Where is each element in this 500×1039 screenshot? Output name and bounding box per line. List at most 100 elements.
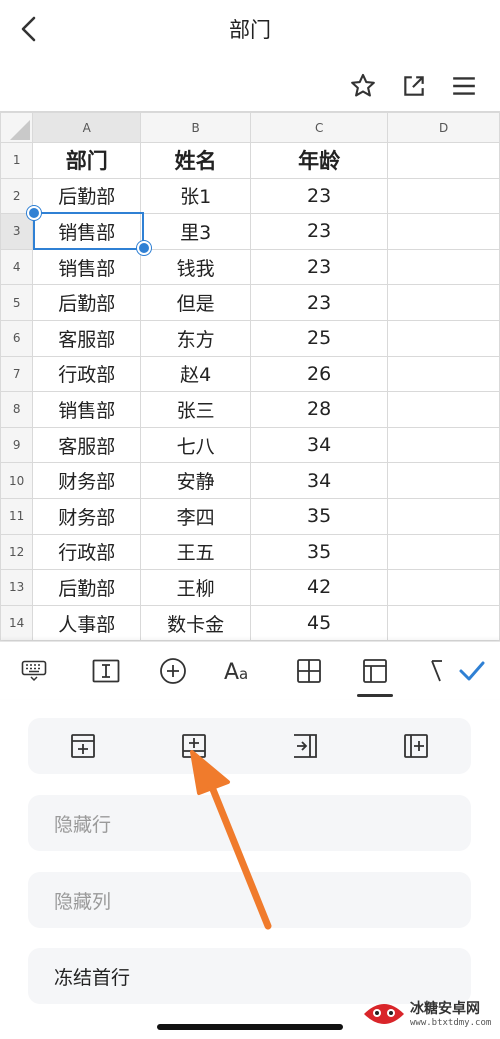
insert-row-above-icon[interactable] [65, 728, 101, 764]
cell[interactable] [387, 142, 500, 179]
cell[interactable] [387, 533, 500, 571]
row-header[interactable]: 12 [0, 533, 34, 571]
cell[interactable]: 23 [250, 248, 389, 286]
selection-handle-top-left[interactable] [27, 206, 41, 220]
cell[interactable]: 王柳 [140, 569, 252, 606]
home-indicator[interactable] [157, 1024, 343, 1030]
insert-row-below-icon[interactable] [176, 728, 212, 764]
keyboard-icon[interactable] [14, 651, 54, 691]
cell[interactable] [387, 604, 500, 641]
cell[interactable]: 安静 [140, 462, 252, 499]
row-header[interactable]: 9 [0, 426, 34, 464]
table-row: 8 销售部 张三 28 [0, 391, 500, 428]
border-grid-icon[interactable] [289, 651, 329, 691]
cell[interactable]: 行政部 [32, 533, 142, 571]
insert-plus-icon[interactable] [153, 651, 193, 691]
cell[interactable]: 数卡金 [140, 604, 252, 641]
row-header[interactable]: 11 [0, 497, 34, 535]
cell[interactable]: 28 [250, 391, 389, 428]
hide-rows-option[interactable]: 隐藏行 [28, 795, 471, 851]
cell[interactable] [387, 391, 500, 428]
selection-handle-bottom-right[interactable] [137, 241, 151, 255]
column-header-c[interactable]: C [250, 112, 389, 143]
row-header[interactable]: 6 [0, 319, 34, 357]
cell[interactable]: 部门 [32, 142, 142, 179]
table-layout-icon[interactable] [355, 651, 395, 691]
cell[interactable]: 34 [250, 462, 389, 499]
formula-icon[interactable] [418, 651, 444, 691]
cell[interactable] [387, 177, 500, 215]
cell[interactable] [387, 284, 500, 321]
cell[interactable]: 23 [250, 213, 389, 250]
column-header-a[interactable]: A [32, 112, 142, 143]
cell[interactable] [387, 319, 500, 357]
cell[interactable]: 李四 [140, 497, 252, 535]
cell[interactable]: 后勤部 [32, 569, 142, 606]
row-header[interactable]: 3 [0, 213, 34, 250]
insert-column-left-icon[interactable] [287, 728, 323, 764]
cell[interactable] [387, 497, 500, 535]
watermark-url: www.btxtdmy.com [410, 1018, 492, 1028]
cell[interactable]: 后勤部 [32, 177, 142, 215]
freeze-first-row-label: 冻结首行 [54, 966, 131, 989]
cell[interactable]: 财务部 [32, 462, 142, 499]
cell[interactable]: 钱我 [140, 248, 252, 286]
selected-cell[interactable]: 销售部 [32, 213, 142, 250]
row-header[interactable]: 4 [0, 248, 34, 286]
cell[interactable]: 赵4 [140, 355, 252, 393]
share-icon[interactable] [394, 66, 434, 106]
cell[interactable]: 后勤部 [32, 284, 142, 321]
star-icon[interactable] [343, 66, 383, 106]
cell[interactable]: 23 [250, 177, 389, 215]
row-header[interactable]: 8 [0, 391, 34, 428]
row-header[interactable]: 5 [0, 284, 34, 321]
cell[interactable]: 财务部 [32, 497, 142, 535]
cell[interactable]: 35 [250, 497, 389, 535]
cell[interactable] [387, 569, 500, 606]
row-header[interactable]: 1 [0, 142, 34, 179]
cell[interactable]: 26 [250, 355, 389, 393]
cell[interactable] [387, 248, 500, 286]
menu-icon[interactable] [444, 66, 484, 106]
column-header-d[interactable]: D [387, 112, 500, 143]
confirm-check-icon[interactable] [452, 651, 492, 691]
cell[interactable]: 行政部 [32, 355, 142, 393]
cell[interactable]: 销售部 [32, 391, 142, 428]
cell[interactable]: 年龄 [250, 142, 389, 179]
cell[interactable]: 客服部 [32, 426, 142, 464]
cell[interactable]: 张三 [140, 391, 252, 428]
column-header-b[interactable]: B [140, 112, 252, 143]
text-cursor-icon[interactable] [86, 651, 126, 691]
cell[interactable]: 34 [250, 426, 389, 464]
insert-column-right-icon[interactable] [398, 728, 434, 764]
spreadsheet-grid[interactable]: A B C D 1 部门 姓名 年龄 2 后勤部 张1 23 3 销售部 里3 … [0, 111, 500, 641]
select-all-corner[interactable] [0, 112, 34, 143]
cell[interactable]: 姓名 [140, 142, 252, 179]
hide-columns-label: 隐藏列 [54, 890, 112, 913]
cell[interactable]: 东方 [140, 319, 252, 357]
row-header[interactable]: 14 [0, 604, 34, 641]
cell[interactable]: 王五 [140, 533, 252, 571]
font-format-icon[interactable]: Aa [220, 651, 260, 691]
cell[interactable] [387, 213, 500, 250]
cell[interactable]: 45 [250, 604, 389, 641]
hide-columns-option[interactable]: 隐藏列 [28, 872, 471, 928]
cell[interactable] [387, 426, 500, 464]
freeze-first-row-option[interactable]: 冻结首行 [28, 948, 471, 1004]
cell[interactable]: 客服部 [32, 319, 142, 357]
cell[interactable]: 七八 [140, 426, 252, 464]
cell[interactable]: 42 [250, 569, 389, 606]
row-header[interactable]: 7 [0, 355, 34, 393]
cell[interactable] [387, 355, 500, 393]
cell[interactable]: 里3 [140, 213, 252, 250]
cell[interactable]: 但是 [140, 284, 252, 321]
cell[interactable]: 23 [250, 284, 389, 321]
cell[interactable]: 35 [250, 533, 389, 571]
row-header[interactable]: 13 [0, 569, 34, 606]
cell[interactable]: 25 [250, 319, 389, 357]
cell[interactable] [387, 462, 500, 499]
cell[interactable]: 销售部 [32, 248, 142, 286]
cell[interactable]: 张1 [140, 177, 252, 215]
cell[interactable]: 人事部 [32, 604, 142, 641]
row-header[interactable]: 10 [0, 462, 34, 499]
